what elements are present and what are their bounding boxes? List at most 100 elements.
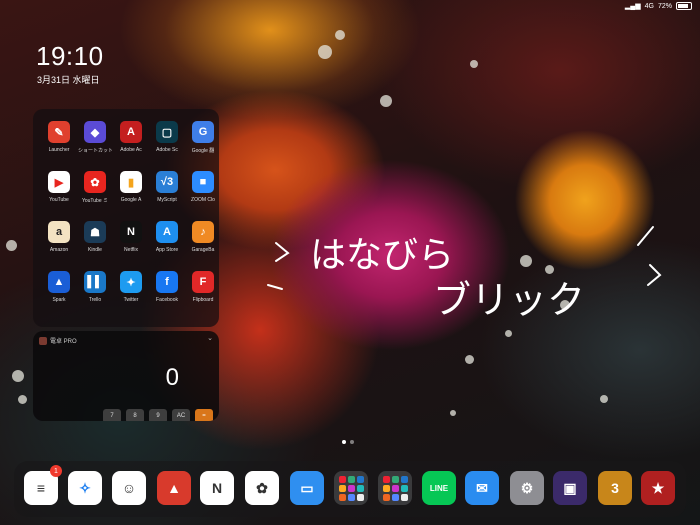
key-8[interactable]: 8 — [126, 409, 144, 421]
trello-icon: ▌▌ — [84, 271, 106, 293]
spark-icon: ▲ — [48, 271, 70, 293]
widget-app-label: App Store — [155, 247, 179, 253]
app-store-icon: A — [156, 221, 178, 243]
youtube-icon: ▶ — [48, 171, 70, 193]
status-bar: ▂▄▆ 4G 72% — [625, 2, 692, 10]
folder-1-icon[interactable] — [334, 471, 368, 505]
google-analytics-icon: ▮ — [120, 171, 142, 193]
myscript-calculator-icon: √3 — [156, 171, 178, 193]
left-bracket-bottom — [267, 284, 283, 290]
widget-app-label: ZOOM Clo — [191, 197, 215, 203]
widget-app-shortcuts[interactable]: ◆ ショートカット — [78, 121, 112, 154]
wallpaper-handwritten-text: はなびら ブリック — [267, 226, 662, 320]
widget-app-app-store[interactable]: A App Store — [150, 221, 184, 253]
notion-icon[interactable]: N — [200, 471, 234, 505]
widget-app-twitter[interactable]: ✦ Twitter — [114, 271, 148, 303]
settings-icon[interactable]: ⚙ — [510, 471, 544, 505]
page-dot-2[interactable] — [350, 440, 354, 444]
amazon-icon: a — [48, 221, 70, 243]
clock-date: 3月31日 水曜日 — [37, 75, 100, 85]
widget-app-google-analytics[interactable]: ▮ Google A — [114, 171, 148, 203]
app-shortcuts-widget: ✎ Launcher ◆ ショートカット A Adobe Ac ▢ Adobe Sc G Goog… — [33, 109, 219, 327]
page-dot-1[interactable] — [342, 440, 346, 444]
widget-app-label: ショートカット — [78, 148, 112, 154]
mindnode-icon[interactable]: ☺ — [112, 471, 146, 505]
wallpaper-text-line2: ブリック — [433, 278, 585, 320]
widget-app-spark[interactable]: ▲ Spark — [42, 271, 76, 303]
widget-app-label: Flipboard — [192, 297, 214, 303]
widget-app-label: YouTube — [49, 197, 69, 203]
widget-app-netflix[interactable]: N Netflix — [114, 221, 148, 253]
widget-app-label: Adobe Sc — [156, 147, 178, 153]
widget-app-facebook[interactable]: f Facebook — [150, 271, 184, 303]
key-9[interactable]: 9 — [149, 409, 167, 421]
widget-app-label: GarageBa — [191, 247, 215, 253]
right-bracket-bottom — [647, 264, 662, 286]
twitter-icon: ✦ — [120, 271, 142, 293]
widget-app-amazon[interactable]: a Amazon — [42, 221, 76, 253]
widget-app-label: Adobe Ac — [120, 147, 142, 153]
notification-badge: 1 — [50, 465, 62, 477]
widget-app-label: Launcher — [48, 147, 70, 153]
adobe-scan-icon: ▢ — [156, 121, 178, 143]
game-2-icon[interactable]: ★ — [641, 471, 675, 505]
widget-app-adobe-acrobat[interactable]: A Adobe Ac — [114, 121, 148, 153]
files-icon[interactable]: ▭ — [290, 471, 324, 505]
flipboard-icon: F — [192, 271, 214, 293]
widget-app-youtube-music[interactable]: ✿ YouTube ミ — [78, 171, 112, 204]
launcher-icon: ✎ — [48, 121, 70, 143]
widget-app-youtube[interactable]: ▶ YouTube — [42, 171, 76, 203]
signal-icon: ▂▄▆ — [624, 3, 641, 10]
widget-app-label: Trello — [88, 297, 102, 303]
widget-app-label: Netflix — [124, 247, 138, 253]
key-7[interactable]: 7 — [103, 409, 121, 421]
calculator-header: 電卓 PRO — [39, 336, 77, 345]
chevron-down-icon[interactable]: ⌄ — [207, 334, 213, 342]
folder-2-icon[interactable] — [378, 471, 412, 505]
youtube-music-icon: ✿ — [84, 171, 106, 193]
widget-app-flipboard[interactable]: F Flipboard — [186, 271, 220, 303]
wallpaper-text-line1: はなびら — [310, 235, 454, 276]
line-icon[interactable]: LINE — [422, 471, 456, 505]
safari-icon[interactable]: ✧ — [68, 471, 102, 505]
widget-app-label: YouTube ミ — [81, 198, 109, 204]
widget-app-trello[interactable]: ▌▌ Trello — [78, 271, 112, 303]
left-bracket-top — [275, 242, 290, 262]
bear-icon[interactable]: ▲ — [157, 471, 191, 505]
widget-app-label: Google 翻 — [191, 148, 215, 154]
calculator-app-icon — [39, 336, 47, 345]
mail-icon[interactable]: ✉ — [465, 471, 499, 505]
photos-icon[interactable]: ✿ — [245, 471, 279, 505]
calculator-title: 電卓 PRO — [50, 339, 77, 345]
widget-app-zoom[interactable]: ■ ZOOM Clo — [186, 171, 220, 203]
garageband-icon: ♪ — [192, 221, 214, 243]
widget-app-adobe-scan[interactable]: ▢ Adobe Sc — [150, 121, 184, 153]
zoom-icon: ■ — [192, 171, 214, 193]
widget-app-google-translate[interactable]: G Google 翻 — [186, 121, 220, 154]
widget-app-kindle[interactable]: ☗ Kindle — [78, 221, 112, 253]
page-indicator[interactable] — [342, 440, 354, 444]
network-type: 4G — [644, 2, 654, 10]
key-equals[interactable]: = — [195, 409, 213, 421]
widget-app-label: Twitter — [123, 297, 139, 303]
facebook-icon: f — [156, 271, 178, 293]
game-icon[interactable]: ▣ — [553, 471, 587, 505]
dragon-quest-icon[interactable]: 3 — [598, 471, 632, 505]
battery-icon — [676, 2, 692, 10]
calculator-display: 0 — [165, 364, 179, 391]
widget-app-label: Google A — [120, 197, 142, 203]
key-clear[interactable]: AC — [172, 409, 190, 421]
widget-app-garageband[interactable]: ♪ GarageBa — [186, 221, 220, 253]
widget-app-label: Kindle — [88, 247, 102, 253]
widget-app-label: MyScript — [157, 197, 177, 203]
battery-percent: 72% — [657, 2, 672, 10]
right-bracket-top — [637, 226, 654, 246]
adobe-acrobat-icon: A — [120, 121, 142, 143]
widget-app-launcher[interactable]: ✎ Launcher — [42, 121, 76, 153]
widget-app-label: Amazon — [49, 247, 69, 253]
widget-app-label: Spark — [52, 297, 66, 303]
calculator-widget[interactable]: 電卓 PRO ⌄ 0 7 8 9 AC = — [33, 331, 219, 421]
shortcuts-icon: ◆ — [84, 121, 106, 143]
widget-app-myscript-calculator[interactable]: √3 MyScript — [150, 171, 184, 203]
clock-time: 19:10 — [36, 41, 104, 71]
